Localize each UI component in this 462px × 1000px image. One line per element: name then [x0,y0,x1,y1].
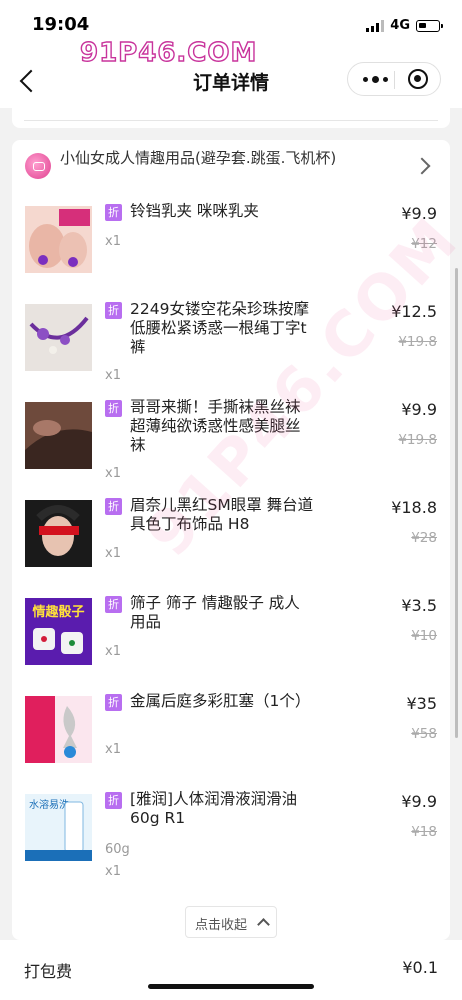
item-price: ¥12.5 [391,302,437,321]
signal-icon [366,19,385,32]
product-thumbnail: 水溶易洗 [25,794,92,861]
product-thumbnail [25,402,92,469]
home-indicator[interactable] [148,984,314,989]
discount-badge: 折 [105,694,122,711]
item-quantity: x1 [105,368,121,383]
item-original-price: ¥58 [411,726,437,742]
item-title: 铃铛乳夹 咪咪乳夹 [130,202,259,220]
collapse-label: 点击收起 [195,918,248,933]
item-title: 金属后庭多彩肛塞（1个） [130,692,311,710]
battery-icon [416,19,443,32]
item-original-price: ¥28 [411,530,437,546]
chevron-up-icon [257,918,270,931]
discount-badge: 折 [105,302,122,319]
shop-logo-icon [25,153,51,179]
item-title: 筛子 筛子 情趣骰子 成人用品 [130,594,300,631]
packing-fee-row: 打包费 ¥0.1 [0,940,462,1000]
item-title: 哥哥来撕！手撕袜黑丝袜超薄纯欲诱惑性感美腿丝袜 [130,398,301,454]
item-spec: 60g [105,842,130,857]
item-price: ¥35 [406,694,437,713]
order-item[interactable]: 水溶易洗 折 [雅润]人体润滑液润滑油 60g R1 60g x1 ¥9.9 ¥… [12,786,450,890]
item-title: [雅润]人体润滑液润滑油 60g R1 [130,790,298,827]
discount-badge: 折 [105,792,122,809]
item-price: ¥9.9 [401,400,437,419]
item-original-price: ¥12 [411,236,437,252]
thumbnail-caption: 水溶易洗 [29,798,69,811]
product-thumbnail [25,696,92,763]
chevron-right-icon [413,157,431,175]
order-item[interactable]: 折 金属后庭多彩肛塞（1个） x1 ¥35 ¥58 [12,688,450,786]
discount-badge: 折 [105,596,122,613]
item-original-price: ¥10 [411,628,437,644]
item-original-price: ¥19.8 [398,432,437,448]
item-quantity: x1 [105,234,121,249]
item-title: 2249女镂空花朵珍珠按摩低腰松紧诱惑一根绳丁字t裤 [130,300,309,356]
item-price: ¥9.9 [401,792,437,811]
item-price: ¥9.9 [401,204,437,223]
product-thumbnail: 情趣骰子 [25,598,92,665]
item-title: 眉奈儿黑红SM眼罩 舞台道具色丁布饰品 H8 [130,496,314,533]
packing-fee-value: ¥0.1 [402,958,438,977]
product-thumbnail [25,304,92,371]
scrollbar[interactable] [455,268,458,738]
product-thumbnail [25,500,92,567]
item-quantity: x1 [105,742,121,757]
close-target-icon[interactable] [408,69,428,89]
status-indicators: 4G [366,18,443,33]
discount-badge: 折 [105,498,122,515]
packing-fee-label: 打包费 [24,962,73,981]
watermark-logo: 91P46.COM [79,37,258,68]
status-time: 19:04 [32,14,90,35]
more-dots-icon[interactable] [356,63,394,95]
item-original-price: ¥19.8 [398,334,437,350]
item-price: ¥3.5 [401,596,437,615]
order-item[interactable]: 折 哥哥来撕！手撕袜黑丝袜超薄纯欲诱惑性感美腿丝袜 x1 ¥9.9 ¥19.8 [12,394,450,492]
order-item[interactable]: 情趣骰子 折 筛子 筛子 情趣骰子 成人用品 x1 ¥3.5 ¥10 [12,590,450,688]
discount-badge: 折 [105,204,122,221]
item-quantity: x1 [105,864,121,879]
miniapp-capsule [347,62,441,96]
item-original-price: ¥18 [411,824,437,840]
discount-badge: 折 [105,400,122,417]
item-price: ¥18.8 [391,498,437,517]
shop-name: 小仙女成人情趣用品(避孕套.跳蛋.飞机杯) [60,149,337,167]
collapse-button[interactable]: 点击收起 [185,906,277,938]
network-type: 4G [390,18,410,33]
order-item[interactable]: 折 眉奈儿黑红SM眼罩 舞台道具色丁布饰品 H8 x1 ¥18.8 ¥28 [12,492,450,590]
previous-card-bottom [12,108,450,128]
capsule-divider [394,71,395,89]
thumbnail-caption: 情趣骰子 [32,604,84,620]
order-item[interactable]: 折 2249女镂空花朵珍珠按摩低腰松紧诱惑一根绳丁字t裤 x1 ¥12.5 ¥1… [12,296,450,394]
item-quantity: x1 [105,644,121,659]
collapse-row: 点击收起 [12,890,450,940]
item-quantity: x1 [105,466,121,481]
order-item[interactable]: 折 铃铛乳夹 咪咪乳夹 x1 ¥9.9 ¥12 [12,198,450,296]
item-quantity: x1 [105,546,121,561]
product-thumbnail [25,206,92,273]
shop-header[interactable]: 小仙女成人情趣用品(避孕套.跳蛋.飞机杯) [12,140,450,198]
